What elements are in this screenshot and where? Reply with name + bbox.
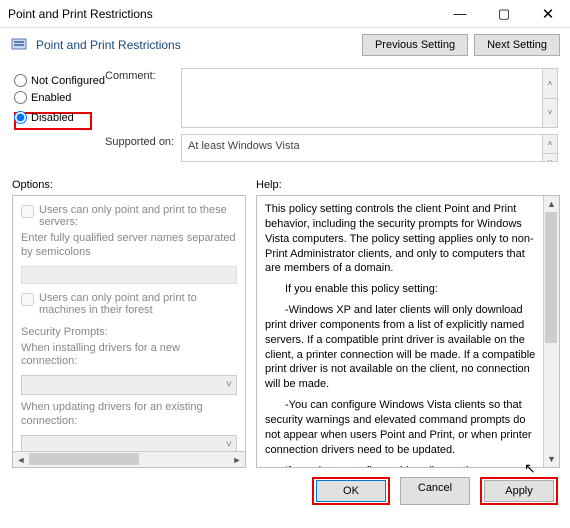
state-column: Not Configured Enabled Disabled — [0, 62, 105, 174]
help-p5: If you do not configure this policy sett… — [265, 464, 541, 469]
supported-label: Supported on: — [105, 134, 181, 148]
help-p4: -You can configure Windows Vista clients… — [265, 398, 541, 457]
comment-textarea[interactable]: ˄ ˅ — [181, 68, 558, 128]
supported-spin[interactable]: ˄ ˅ — [542, 135, 557, 161]
minimize-button[interactable]: — — [438, 0, 482, 28]
help-box: This policy setting controls the client … — [256, 195, 560, 468]
comment-spin-up[interactable]: ˄ — [542, 69, 557, 98]
supported-spin-up[interactable]: ˄ — [542, 135, 557, 153]
close-button[interactable]: ✕ — [526, 0, 570, 28]
titlebar: Point and Print Restrictions — ▢ ✕ — [0, 0, 570, 28]
checkbox-forest: Users can only point and print to machin… — [21, 292, 237, 316]
hscroll-thumb[interactable] — [29, 453, 139, 465]
help-p2: If you enable this policy setting: — [265, 282, 541, 297]
install-label: When installing drivers for a new connec… — [21, 342, 237, 370]
subheader: Point and Print Restrictions Previous Se… — [0, 28, 570, 62]
radio-not-configured-label: Not Configured — [31, 75, 105, 87]
policy-icon — [10, 35, 30, 55]
radio-not-configured[interactable]: Not Configured — [14, 74, 105, 87]
ok-button[interactable]: OK — [316, 480, 386, 502]
checkbox-servers: Users can only point and print to these … — [21, 204, 237, 228]
comment-label: Comment: — [105, 68, 181, 82]
checkbox-forest-label: Users can only point and print to machin… — [39, 292, 237, 316]
supported-spin-down[interactable]: ˅ — [542, 153, 557, 162]
radio-enabled-input[interactable] — [14, 91, 27, 104]
chevron-down-icon: ˅ — [226, 439, 232, 451]
footer: OK Cancel Apply — [0, 468, 570, 505]
cancel-button[interactable]: Cancel — [400, 477, 470, 505]
options-title: Options: — [12, 179, 246, 191]
radio-not-configured-input[interactable] — [14, 74, 27, 87]
next-setting-button[interactable]: Next Setting — [474, 34, 560, 56]
radio-disabled-label: Disabled — [31, 112, 74, 124]
apply-button[interactable]: Apply — [484, 480, 554, 502]
comment-spin[interactable]: ˄ ˅ — [542, 69, 557, 127]
policy-title: Point and Print Restrictions — [36, 38, 362, 52]
help-p3: -Windows XP and later clients will only … — [265, 303, 541, 392]
security-prompts-title: Security Prompts: — [21, 326, 237, 338]
update-label: When updating drivers for an existing co… — [21, 401, 237, 429]
highlight-apply: Apply — [480, 477, 558, 505]
options-hscroll[interactable]: ◄ ► — [13, 451, 245, 467]
vscroll-thumb[interactable] — [545, 212, 557, 343]
highlight-ok: OK — [312, 477, 390, 505]
vscroll-down-icon[interactable]: ▼ — [544, 451, 559, 467]
supported-field: At least Windows Vista ˄ ˅ — [181, 134, 558, 162]
comment-spin-down[interactable]: ˅ — [542, 98, 557, 128]
servers-input — [21, 266, 237, 284]
hscroll-left-icon[interactable]: ◄ — [13, 452, 29, 468]
checkbox-servers-input — [21, 205, 34, 218]
previous-setting-button[interactable]: Previous Setting — [362, 34, 468, 56]
chevron-down-icon: ˅ — [226, 379, 232, 391]
supported-value: At least Windows Vista — [188, 140, 300, 152]
checkbox-servers-label: Users can only point and print to these … — [39, 204, 237, 228]
radio-enabled[interactable]: Enabled — [14, 91, 105, 104]
window-title: Point and Print Restrictions — [8, 7, 438, 21]
radio-enabled-label: Enabled — [31, 92, 71, 104]
vscroll-up-icon[interactable]: ▲ — [544, 196, 559, 212]
hscroll-right-icon[interactable]: ► — [229, 452, 245, 468]
servers-note: Enter fully qualified server names separ… — [21, 232, 237, 260]
options-box: Users can only point and print to these … — [12, 195, 246, 468]
highlight-disabled: Disabled — [14, 112, 92, 130]
radio-disabled[interactable]: Disabled — [14, 111, 74, 124]
checkbox-forest-input — [21, 293, 34, 306]
help-p1: This policy setting controls the client … — [265, 202, 541, 276]
help-title: Help: — [256, 179, 560, 191]
maximize-button[interactable]: ▢ — [482, 0, 526, 28]
install-dropdown: ˅ — [21, 375, 237, 395]
help-vscroll[interactable]: ▲ ▼ — [543, 196, 559, 467]
radio-disabled-input[interactable] — [14, 111, 27, 124]
